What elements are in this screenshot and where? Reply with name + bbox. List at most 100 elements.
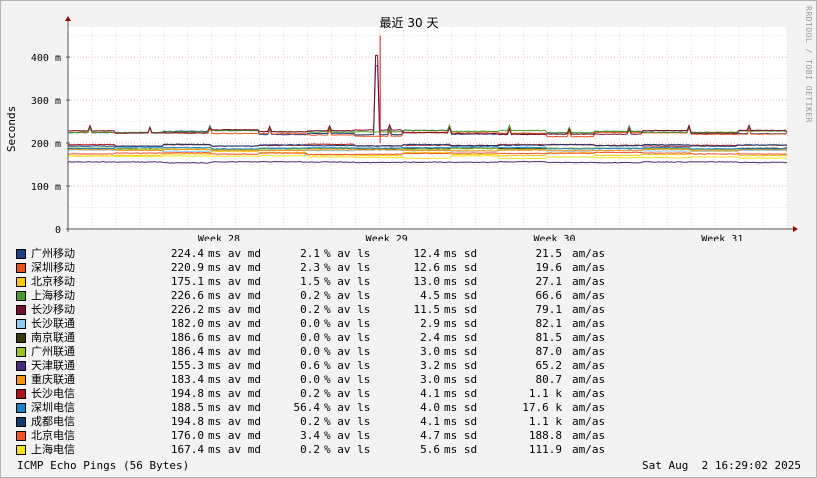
y-tick-label: 0 (55, 225, 61, 236)
legend-std-dev: 3.2 (420, 359, 440, 372)
legend-series-name: 长沙电信 (31, 387, 75, 400)
legend-median-unit: ms av md (208, 387, 261, 400)
legend-avg-loss-unit: % av ls (324, 345, 371, 358)
legend-row: 深圳移动 220.9 ms av md 2.3 % av ls 12.6 ms sd 19.6… (16, 261, 622, 275)
legend-loss-per: 1.1 k (528, 387, 562, 400)
legend-loss-per: 66.6 (535, 289, 563, 302)
legend-row: 北京移动 175.1 ms av md 1.5 % av ls 13.0 ms sd 27.1… (16, 275, 622, 289)
legend-avg-loss-unit: % av ls (324, 317, 371, 330)
legend-row: 广州移动 224.4 ms av md 2.1 % av ls 12.4 ms sd 21.5… (16, 247, 622, 261)
legend-avg-loss-unit: % av ls (324, 303, 371, 316)
legend-swatch (16, 389, 26, 399)
legend-avg-loss-unit: % av ls (324, 387, 371, 400)
legend-row: 深圳电信 188.5 ms av md 56.4% av ls 4.0 ms sd 17.6… (16, 401, 622, 415)
legend-swatch (16, 291, 26, 301)
legend-loss-per: 21.5 (535, 247, 563, 260)
legend-std-dev-unit: ms sd (444, 247, 478, 260)
legend-avg-loss: 0.2 (300, 387, 320, 400)
legend-std-dev-unit: ms sd (444, 387, 478, 400)
legend-row: 天津联通 155.3 ms av md 0.6 % av ls 3.2 ms sd 65.2 a… (16, 359, 622, 373)
legend-row: 长沙联通 182.0 ms av md 0.0 % av ls 2.9 ms sd 82.1 a… (16, 317, 622, 331)
y-tick-label: 400 m (31, 53, 61, 64)
legend-avg-loss-unit: % av ls (324, 415, 371, 428)
legend-avg-loss: 0.0 (300, 331, 320, 344)
legend-avg-loss-unit: % av ls (324, 247, 371, 260)
legend-median-unit: ms av md (208, 317, 261, 330)
legend-swatch (16, 319, 26, 329)
legend-loss-unit: am/as (572, 275, 606, 288)
legend-median-unit: ms av md (208, 289, 261, 302)
legend-median-unit: ms av md (208, 401, 261, 414)
legend-loss-per: 188.8 (528, 429, 562, 442)
legend-median-unit: ms av md (208, 443, 261, 456)
legend-swatch (16, 375, 26, 385)
legend-series-name: 上海电信 (31, 443, 75, 456)
legend-median: 175.1 (170, 275, 204, 288)
rrdtool-watermark: RRDTOOL / TOBI OETIKER (804, 6, 813, 123)
legend-row: 重庆联通 183.4 ms av md 0.0 % av ls 3.0 ms sd 80.7 a… (16, 373, 622, 387)
legend-row: 广州联通 186.4 ms av md 0.0 % av ls 3.0 ms sd 87.0 a… (16, 345, 622, 359)
legend-loss-unit: am/as (572, 387, 606, 400)
legend-median-unit: ms av md (208, 275, 261, 288)
legend-std-dev-unit: ms sd (444, 331, 478, 344)
legend-avg-loss: 2.3 (300, 261, 320, 274)
y-tick-label: 300 m (31, 96, 61, 107)
legend-std-dev: 2.4 (420, 331, 440, 344)
y-tick-label: 200 m (31, 139, 61, 150)
legend-avg-loss: 2.1 (300, 247, 320, 260)
legend-median-unit: ms av md (208, 415, 261, 428)
legend-median: 220.9 (170, 261, 204, 274)
legend-avg-loss-unit: % av ls (324, 401, 371, 414)
legend-median: 182.0 (170, 317, 204, 330)
legend-median: 226.6 (170, 289, 204, 302)
legend-series-name: 天津联通 (31, 359, 75, 372)
legend-std-dev: 2.9 (420, 317, 440, 330)
legend-swatch (16, 431, 26, 441)
legend-std-dev-unit: ms sd (444, 429, 478, 442)
legend-series-name: 广州移动 (31, 247, 75, 260)
legend-series-name: 深圳移动 (31, 261, 75, 274)
legend-avg-loss: 0.0 (300, 317, 320, 330)
legend-swatch (16, 333, 26, 343)
legend-avg-loss-unit: % av ls (324, 261, 371, 274)
legend-std-dev-unit: ms sd (444, 443, 478, 456)
legend-avg-loss: 0.0 (300, 373, 320, 386)
legend-std-dev-unit: ms sd (444, 303, 478, 316)
x-tick-label: Week 29 (366, 234, 408, 241)
legend-std-dev-unit: ms sd (444, 373, 478, 386)
legend-series-name: 重庆联通 (31, 373, 75, 386)
legend-avg-loss: 56.4 (293, 401, 321, 414)
legend-row: 北京电信 176.0 ms av md 3.4 % av ls 4.7 ms sd 188.8… (16, 429, 622, 443)
legend-median-unit: ms av md (208, 345, 261, 358)
footer-title: ICMP Echo Pings (56 Bytes) (17, 459, 190, 472)
latency-chart: 0 100 m 200 m 300 m 400 m Week 28 Week 29 Week … (5, 16, 798, 241)
legend-loss-per: 27.1 (535, 275, 563, 288)
legend-std-dev-unit: ms sd (444, 317, 478, 330)
legend-series-name: 成都电信 (31, 415, 75, 428)
legend-swatch (16, 417, 26, 427)
legend-std-dev: 13.0 (413, 275, 441, 288)
legend-median: 194.8 (170, 387, 204, 400)
legend: 广州移动 224.4 ms av md 2.1% av ls 12.4 ms sd 21.5… (16, 247, 622, 457)
legend-loss-per: 81.5 (535, 331, 563, 344)
legend-std-dev: 4.0 (420, 401, 440, 414)
legend-loss-unit: am/as (572, 289, 606, 302)
legend-avg-loss-unit: % av ls (324, 373, 371, 386)
legend-avg-loss-unit: % av ls (324, 429, 371, 442)
legend-median: 186.4 (170, 345, 204, 358)
legend-loss-per: 1.1 k (528, 415, 562, 428)
legend-avg-loss: 0.2 (300, 303, 320, 316)
legend-series-name: 南京联通 (31, 331, 75, 344)
legend-median-unit: ms av md (208, 359, 261, 372)
legend-swatch (16, 361, 26, 371)
legend-avg-loss: 0.6 (300, 359, 320, 372)
x-tick-label: Week 28 (198, 234, 240, 241)
legend-median: 155.3 (170, 359, 204, 372)
legend-swatch (16, 347, 26, 357)
legend-median-unit: ms av md (208, 303, 261, 316)
legend-avg-loss-unit: % av ls (324, 275, 371, 288)
legend-loss-unit: am/as (572, 247, 606, 260)
legend-std-dev: 4.7 (420, 429, 440, 442)
legend-row: 南京联通 186.6 ms av md 0.0 % av ls 2.4 ms sd 81.5 a… (16, 331, 622, 345)
legend-avg-loss: 1.5 (300, 275, 320, 288)
